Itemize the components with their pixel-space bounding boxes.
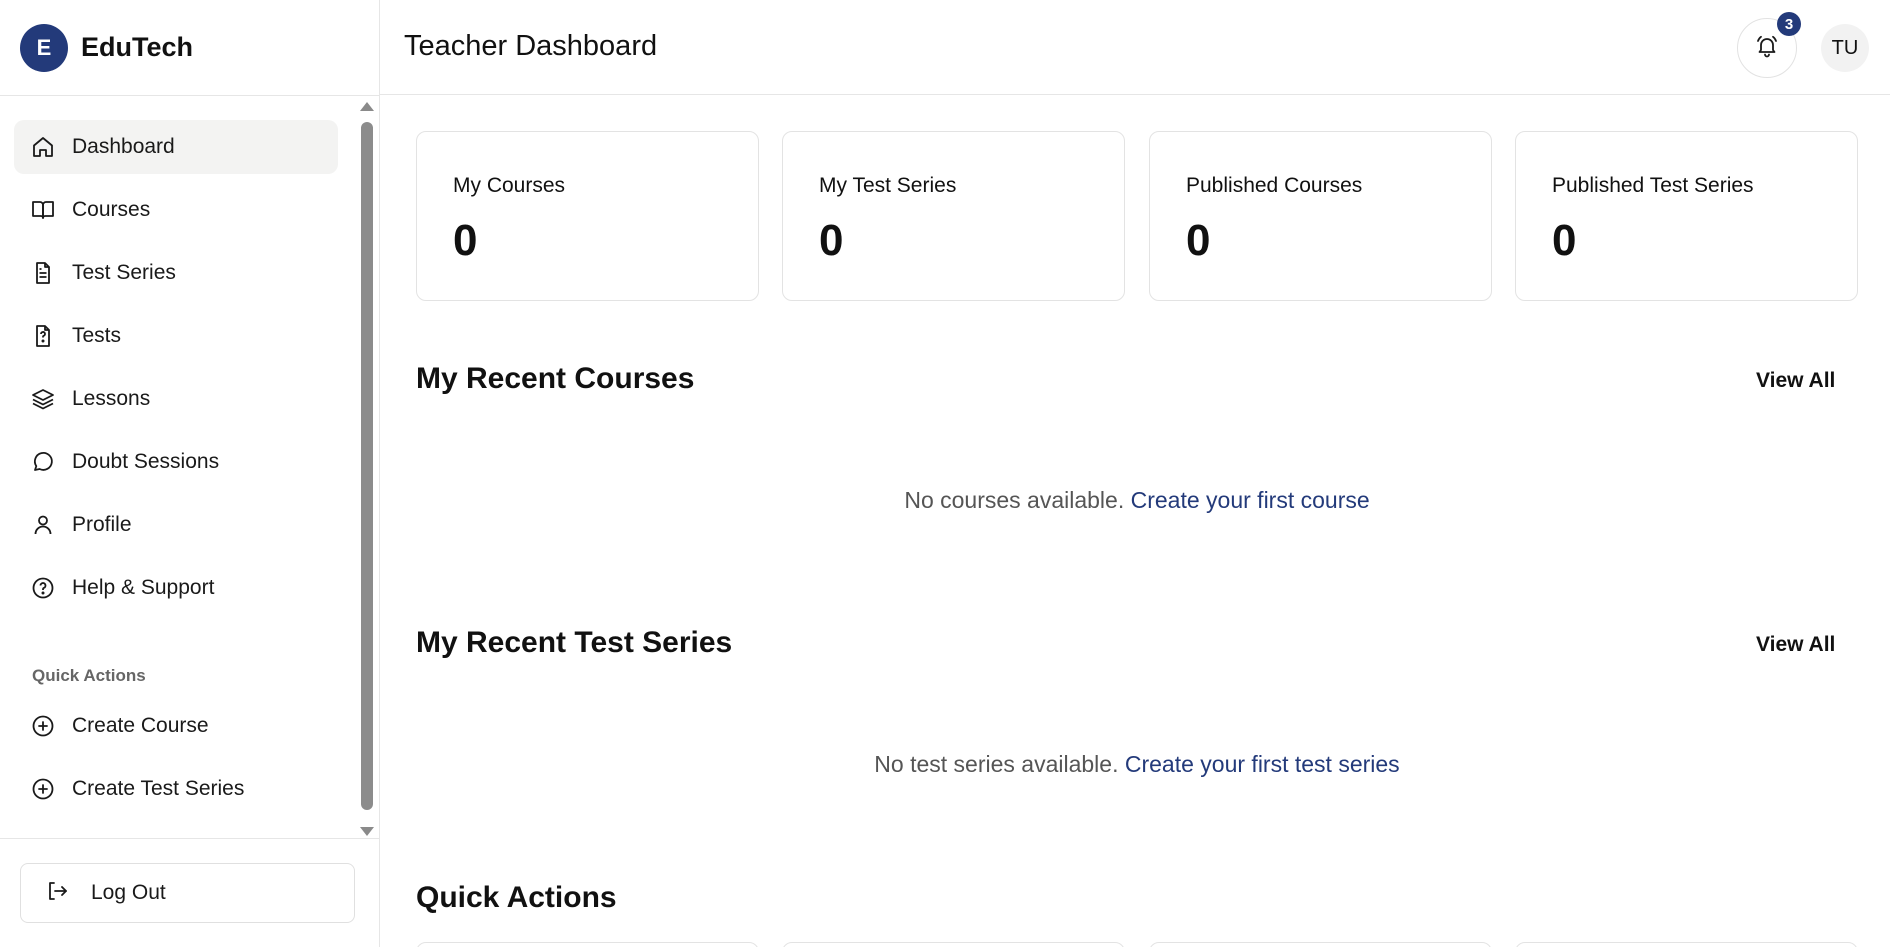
recent-courses-title: My Recent Courses bbox=[416, 362, 695, 395]
user-icon bbox=[30, 512, 56, 538]
stat-value: 0 bbox=[819, 216, 844, 265]
stat-value: 0 bbox=[1186, 216, 1211, 265]
brand: E EduTech bbox=[0, 0, 379, 96]
book-icon bbox=[30, 197, 56, 223]
quick-actions-section-title: Quick Actions bbox=[416, 881, 617, 914]
stat-value: 0 bbox=[453, 216, 478, 265]
create-first-test-series-link[interactable]: Create your first test series bbox=[1125, 751, 1400, 777]
scrollbar-thumb[interactable] bbox=[361, 122, 373, 810]
sidebar: E EduTech Dashboard Courses Test Series bbox=[0, 0, 380, 947]
stat-card-published-courses: Published Courses 0 bbox=[1149, 131, 1492, 301]
scroll-down-arrow-icon[interactable] bbox=[360, 827, 374, 836]
stat-value: 0 bbox=[1552, 216, 1577, 265]
quick-actions-title: Quick Actions bbox=[32, 666, 146, 685]
sidebar-item-label: Tests bbox=[72, 324, 122, 347]
sidebar-item-profile[interactable]: Profile bbox=[14, 498, 338, 552]
sidebar-item-label: Test Series bbox=[72, 261, 176, 284]
sidebar-item-tests[interactable]: Tests bbox=[14, 309, 338, 363]
brand-logo: E bbox=[20, 23, 68, 72]
sidebar-item-lessons[interactable]: Lessons bbox=[14, 372, 338, 426]
stat-card-my-test-series: My Test Series 0 bbox=[782, 131, 1125, 301]
recent-courses-view-all-link[interactable]: View All bbox=[1756, 369, 1835, 393]
stat-label: Published Test Series bbox=[1552, 174, 1754, 197]
create-first-course-link[interactable]: Create your first course bbox=[1131, 487, 1370, 513]
page-title: Teacher Dashboard bbox=[404, 30, 658, 62]
sidebar-item-test-series[interactable]: Test Series bbox=[14, 246, 338, 300]
stat-label: Published Courses bbox=[1186, 174, 1363, 197]
document-icon bbox=[30, 260, 56, 286]
sidebar-item-create-course[interactable]: Create Course bbox=[14, 699, 338, 753]
bell-icon bbox=[1755, 34, 1779, 63]
scroll-up-arrow-icon[interactable] bbox=[360, 102, 374, 111]
sidebar-item-label: Create Course bbox=[72, 714, 209, 737]
top-header: Teacher Dashboard 3 TU bbox=[380, 0, 1890, 95]
recent-test-series-empty-state: No test series available. Create your fi… bbox=[416, 751, 1858, 778]
stat-card-published-test-series: Published Test Series 0 bbox=[1515, 131, 1858, 301]
sidebar-item-help-support[interactable]: Help & Support bbox=[14, 561, 338, 615]
sidebar-item-courses[interactable]: Courses bbox=[14, 183, 338, 237]
plus-circle-icon bbox=[30, 713, 56, 739]
logout-button[interactable]: Log Out bbox=[20, 863, 355, 923]
recent-test-series-title: My Recent Test Series bbox=[416, 626, 733, 659]
chat-bubble-icon bbox=[30, 449, 56, 475]
sidebar-item-label: Help & Support bbox=[72, 576, 215, 599]
sidebar-item-dashboard[interactable]: Dashboard bbox=[14, 120, 338, 174]
sidebar-footer: Log Out bbox=[0, 838, 379, 947]
stat-label: My Test Series bbox=[819, 174, 957, 197]
help-circle-icon bbox=[30, 575, 56, 601]
stat-label: My Courses bbox=[453, 174, 566, 197]
notification-badge: 3 bbox=[1777, 12, 1801, 36]
sidebar-item-doubt-sessions[interactable]: Doubt Sessions bbox=[14, 435, 338, 489]
question-file-icon bbox=[30, 323, 56, 349]
quick-action-card[interactable] bbox=[782, 942, 1125, 947]
sidebar-item-label: Profile bbox=[72, 513, 132, 536]
plus-circle-icon bbox=[30, 776, 56, 802]
sidebar-nav: Dashboard Courses Test Series Tests Less… bbox=[0, 100, 356, 836]
sidebar-item-create-test-series[interactable]: Create Test Series bbox=[14, 762, 338, 816]
home-icon bbox=[30, 134, 56, 160]
logout-label: Log Out bbox=[91, 881, 166, 904]
sidebar-item-label: Courses bbox=[72, 198, 151, 221]
quick-action-card[interactable] bbox=[416, 942, 759, 947]
avatar[interactable]: TU bbox=[1821, 24, 1869, 72]
recent-test-series-view-all-link[interactable]: View All bbox=[1756, 633, 1835, 657]
empty-text: No courses available. bbox=[904, 487, 1125, 513]
stat-card-my-courses: My Courses 0 bbox=[416, 131, 759, 301]
brand-name: EduTech bbox=[81, 32, 194, 62]
quick-action-card[interactable] bbox=[1149, 942, 1492, 947]
logout-icon bbox=[45, 879, 69, 908]
sidebar-item-label: Doubt Sessions bbox=[72, 450, 220, 473]
recent-courses-empty-state: No courses available. Create your first … bbox=[416, 487, 1858, 514]
sidebar-scrollbar[interactable] bbox=[358, 100, 376, 836]
sidebar-item-label: Lessons bbox=[72, 387, 151, 410]
layers-icon bbox=[30, 386, 56, 412]
empty-text: No test series available. bbox=[874, 751, 1119, 777]
quick-action-card[interactable] bbox=[1515, 942, 1858, 947]
sidebar-item-label: Create Test Series bbox=[72, 777, 245, 800]
sidebar-item-label: Dashboard bbox=[72, 135, 175, 158]
